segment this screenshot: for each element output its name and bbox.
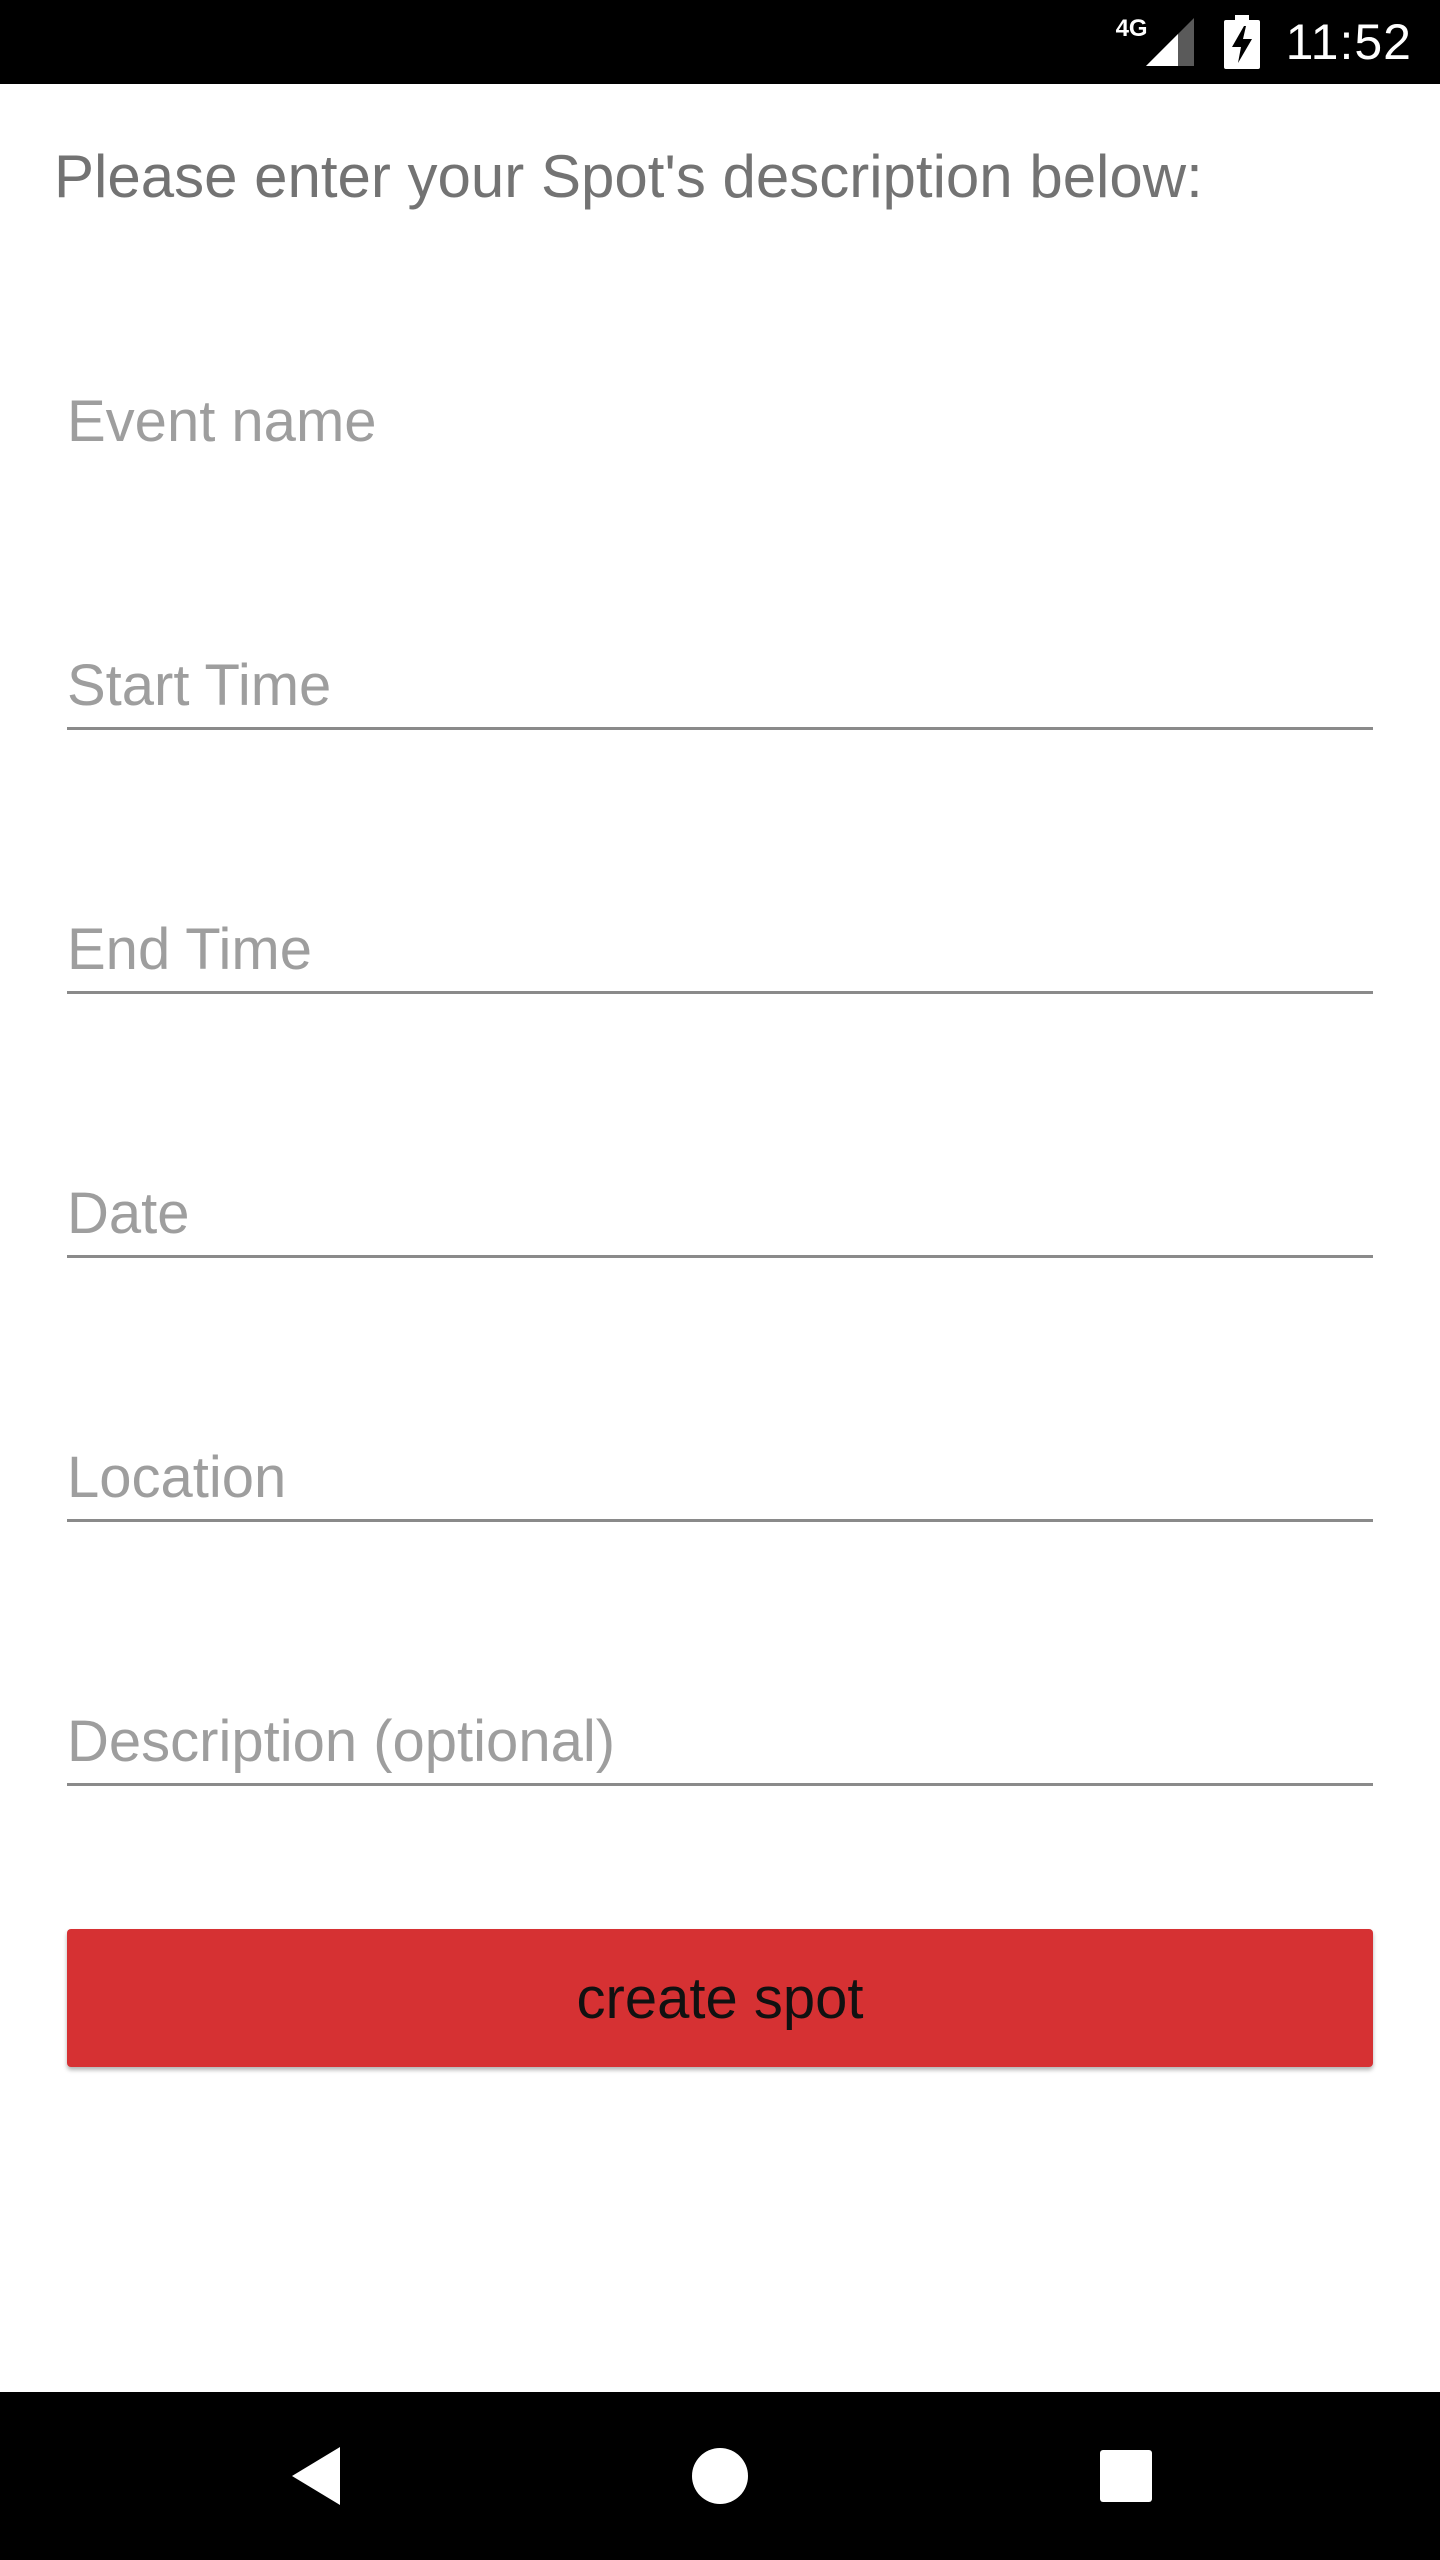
recents-icon [1100, 2450, 1152, 2502]
start-time-field[interactable] [67, 620, 1373, 730]
create-spot-button[interactable]: create spot [67, 1929, 1373, 2067]
start-time-input[interactable] [67, 620, 1373, 730]
field-underline [67, 727, 1373, 730]
field-underline [67, 991, 1373, 994]
field-underline [67, 1519, 1373, 1522]
home-button[interactable] [640, 2392, 800, 2560]
battery-charging-icon [1223, 15, 1260, 69]
description-input[interactable] [67, 1676, 1373, 1786]
end-time-input[interactable] [67, 884, 1373, 994]
home-icon [692, 2448, 748, 2504]
description-field[interactable] [67, 1676, 1373, 1786]
location-input[interactable] [67, 1412, 1373, 1522]
end-time-field[interactable] [67, 884, 1373, 994]
form-heading: Please enter your Spot's description bel… [54, 143, 1203, 210]
back-button[interactable] [236, 2392, 396, 2560]
recents-button[interactable] [1046, 2392, 1206, 2560]
screen: 4G 11:52 Please enter your Spot's descri… [0, 0, 1440, 2560]
event-name-field[interactable] [67, 356, 1373, 466]
status-clock: 11:52 [1285, 14, 1412, 70]
navigation-bar [0, 2392, 1440, 2560]
status-icons: 4G 11:52 [1116, 0, 1412, 84]
field-underline [67, 1783, 1373, 1786]
back-icon [292, 2447, 340, 2505]
signal-icon [1145, 18, 1194, 66]
event-name-input[interactable] [67, 356, 1373, 466]
field-underline [67, 1255, 1373, 1258]
location-field[interactable] [67, 1412, 1373, 1522]
status-bar: 4G 11:52 [0, 0, 1440, 84]
date-field[interactable] [67, 1148, 1373, 1258]
date-input[interactable] [67, 1148, 1373, 1258]
